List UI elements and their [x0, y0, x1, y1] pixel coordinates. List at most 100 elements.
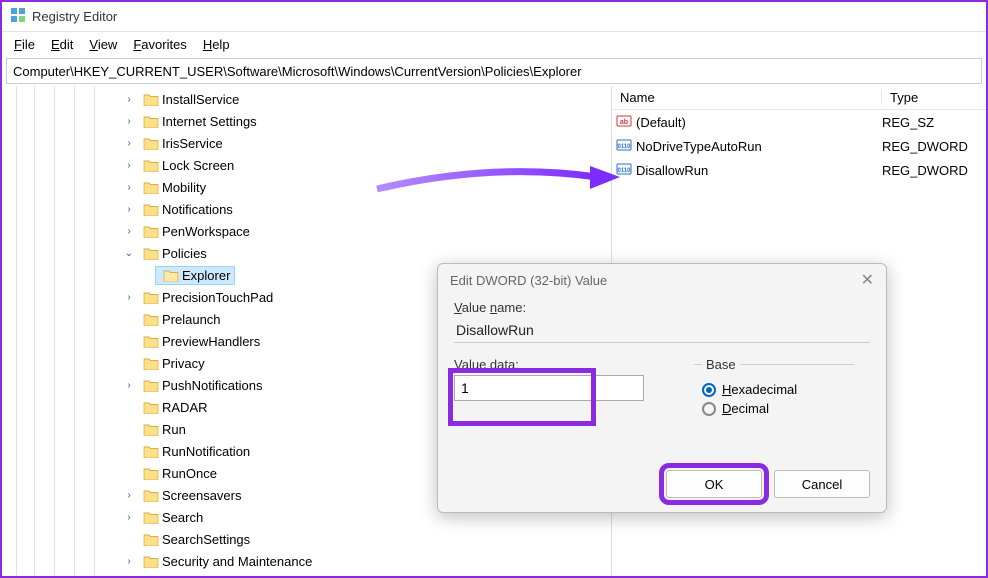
folder-icon — [143, 92, 159, 106]
base-groupbox: Base Hexadecimal Decimal — [694, 357, 854, 420]
menu-help[interactable]: Help — [195, 35, 238, 54]
ok-button[interactable]: OK — [666, 470, 762, 498]
tree-node[interactable]: › InstallService — [122, 88, 611, 110]
expander-icon[interactable] — [122, 358, 136, 369]
tree-node[interactable]: ›Notifications — [122, 198, 611, 220]
menu-favorites[interactable]: Favorites — [125, 35, 194, 54]
menu-edit[interactable]: Edit — [43, 35, 81, 54]
expander-icon[interactable]: ⌄ — [122, 248, 136, 259]
radio-decimal[interactable]: Decimal — [702, 401, 854, 416]
value-type: REG_SZ — [882, 115, 986, 130]
edit-dword-dialog: Edit DWORD (32-bit) Value ✕ Value name: … — [437, 263, 887, 513]
folder-icon — [143, 532, 159, 546]
dialog-title: Edit DWORD (32-bit) Value — [450, 273, 607, 288]
close-icon[interactable]: ✕ — [861, 270, 874, 290]
value-type: REG_DWORD — [882, 163, 986, 178]
app-title: Registry Editor — [32, 9, 117, 24]
column-name[interactable]: Name — [612, 90, 882, 105]
radio-off-icon — [702, 402, 716, 416]
folder-icon — [143, 136, 159, 150]
value-name-field[interactable]: DisallowRun — [454, 318, 870, 343]
column-type[interactable]: Type — [882, 90, 986, 105]
menu-file[interactable]: File — [6, 35, 43, 54]
folder-icon — [143, 554, 159, 568]
tree-node[interactable]: ›Internet Settings — [122, 110, 611, 132]
tree-node[interactable]: ⌄Policies — [122, 242, 611, 264]
value-data-input[interactable] — [454, 375, 644, 401]
tree-node[interactable]: › Mobility — [122, 176, 611, 198]
tree-label: Mobility — [162, 180, 206, 195]
expander-icon[interactable] — [122, 402, 136, 413]
tree-node[interactable]: ›PenWorkspace — [122, 220, 611, 242]
expander-icon[interactable] — [122, 468, 136, 479]
tree-label: RunOnce — [162, 466, 217, 481]
expander-icon[interactable]: › — [122, 512, 136, 523]
menubar: File Edit View Favorites Help — [2, 32, 986, 56]
list-row[interactable]: 0110 DisallowRun REG_DWORD — [612, 158, 986, 182]
folder-icon — [143, 158, 159, 172]
menu-view[interactable]: View — [81, 35, 125, 54]
tree-label: Explorer — [182, 268, 230, 283]
value-data-label: Value data: — [454, 357, 654, 372]
address-bar[interactable]: Computer\HKEY_CURRENT_USER\Software\Micr… — [6, 58, 982, 84]
expander-icon[interactable] — [122, 314, 136, 325]
expander-icon[interactable] — [122, 424, 136, 435]
value-name: (Default) — [636, 115, 686, 130]
tree-label: Lock Screen — [162, 158, 234, 173]
tree-label: Search — [162, 510, 203, 525]
tree-label: RADAR — [162, 400, 208, 415]
tree-label: Run — [162, 422, 186, 437]
folder-icon — [143, 466, 159, 480]
expander-icon[interactable] — [122, 336, 136, 347]
value-icon: 0110 — [616, 137, 632, 156]
tree-label: InstallService — [162, 92, 239, 107]
address-path: Computer\HKEY_CURRENT_USER\Software\Micr… — [13, 64, 582, 79]
folder-icon — [143, 378, 159, 392]
expander-icon[interactable] — [142, 270, 156, 281]
tree-node[interactable]: › IrisService — [122, 132, 611, 154]
radio-on-icon — [702, 383, 716, 397]
expander-icon[interactable]: › — [122, 138, 136, 149]
folder-icon — [143, 312, 159, 326]
svg-text:0110: 0110 — [617, 168, 631, 174]
expander-icon[interactable] — [122, 446, 136, 457]
folder-icon — [143, 422, 159, 436]
folder-icon — [143, 334, 159, 348]
expander-icon[interactable]: › — [122, 204, 136, 215]
tree-label: PrecisionTouchPad — [162, 290, 273, 305]
folder-icon — [143, 356, 159, 370]
value-name: NoDriveTypeAutoRun — [636, 139, 762, 154]
value-name: DisallowRun — [636, 163, 708, 178]
tree-label: Security and Maintenance — [162, 554, 312, 569]
expander-icon[interactable]: › — [122, 226, 136, 237]
titlebar: Registry Editor — [2, 2, 986, 32]
expander-icon[interactable]: › — [122, 556, 136, 567]
tree-label: PushNotifications — [162, 378, 262, 393]
tree-node[interactable]: › Lock Screen — [122, 154, 611, 176]
list-row[interactable]: ab (Default) REG_SZ — [612, 110, 986, 134]
expander-icon[interactable]: › — [122, 116, 136, 127]
radio-hexadecimal[interactable]: Hexadecimal — [702, 382, 854, 397]
value-icon: ab — [616, 113, 632, 132]
expander-icon[interactable]: › — [122, 490, 136, 501]
base-legend: Base — [702, 357, 740, 372]
value-name-label: Value name: — [454, 300, 870, 315]
tree-label: Prelaunch — [162, 312, 221, 327]
list-header: Name Type — [612, 86, 986, 110]
folder-icon — [143, 224, 159, 238]
tree-label: IrisService — [162, 136, 223, 151]
tree-node[interactable]: › Security and Maintenance — [122, 550, 611, 572]
tree-node[interactable]: SearchSettings — [122, 528, 611, 550]
cancel-button[interactable]: Cancel — [774, 470, 870, 498]
expander-icon[interactable]: › — [122, 380, 136, 391]
expander-icon[interactable]: › — [122, 160, 136, 171]
expander-icon[interactable]: › — [122, 292, 136, 303]
expander-icon[interactable] — [122, 534, 136, 545]
list-row[interactable]: 0110NoDriveTypeAutoRunREG_DWORD — [612, 134, 986, 158]
expander-icon[interactable]: › — [122, 94, 136, 105]
dialog-titlebar: Edit DWORD (32-bit) Value ✕ — [438, 264, 886, 296]
expander-icon[interactable]: › — [122, 182, 136, 193]
svg-text:0110: 0110 — [617, 144, 631, 150]
svg-text:ab: ab — [620, 119, 628, 126]
tree-label: PreviewHandlers — [162, 334, 260, 349]
